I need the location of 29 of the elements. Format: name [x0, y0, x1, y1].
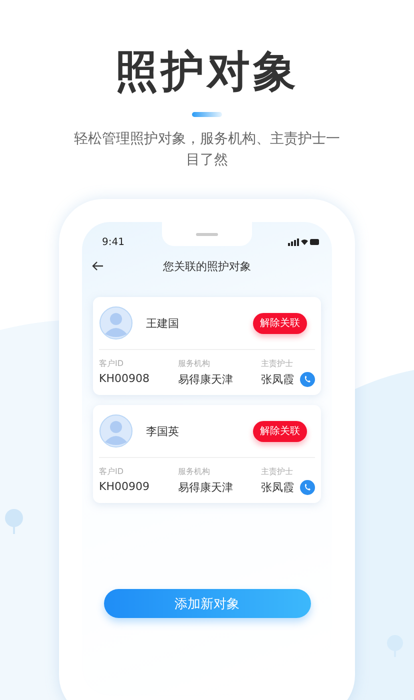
field-label: 客户ID: [99, 358, 125, 369]
field-label: 服务机构: [178, 466, 212, 477]
status-time: 9:41: [102, 236, 124, 248]
phone-icon[interactable]: [300, 372, 315, 387]
field-label: 主责护士: [261, 358, 294, 369]
field-label: 客户ID: [99, 466, 125, 477]
field-label: 主责护士: [261, 466, 294, 477]
accent-bar: [192, 112, 222, 117]
unlink-button[interactable]: 解除关联: [253, 420, 307, 442]
status-icons-drawing: [288, 238, 320, 246]
page-title: 照护对象: [115, 46, 299, 98]
field-value: 张凤霞: [261, 372, 294, 387]
phone-icon[interactable]: [300, 480, 315, 495]
avatar-icon: [99, 306, 133, 340]
add-button[interactable]: 添加新对象: [104, 589, 310, 618]
field-value: 张凤霞: [261, 480, 294, 495]
patient-name: 李国英: [146, 424, 180, 438]
back-icon[interactable]: [92, 261, 104, 271]
unlink-button[interactable]: 解除关联: [253, 312, 307, 334]
field-value: KH00909: [99, 480, 150, 493]
field-value: 易得康天津: [178, 480, 234, 495]
page-subtitle: 轻松管理照护对象，服务机构、主责护士一目了然: [73, 130, 341, 170]
patient-name: 王建国: [146, 316, 180, 330]
field-value: KH00908: [99, 372, 150, 385]
field-value: 易得康天津: [178, 372, 234, 387]
tree-icon: [5, 509, 23, 534]
avatar-icon: [99, 414, 133, 448]
screen-title: 您关联的照护对象: [162, 258, 252, 274]
field-label: 服务机构: [178, 358, 212, 369]
